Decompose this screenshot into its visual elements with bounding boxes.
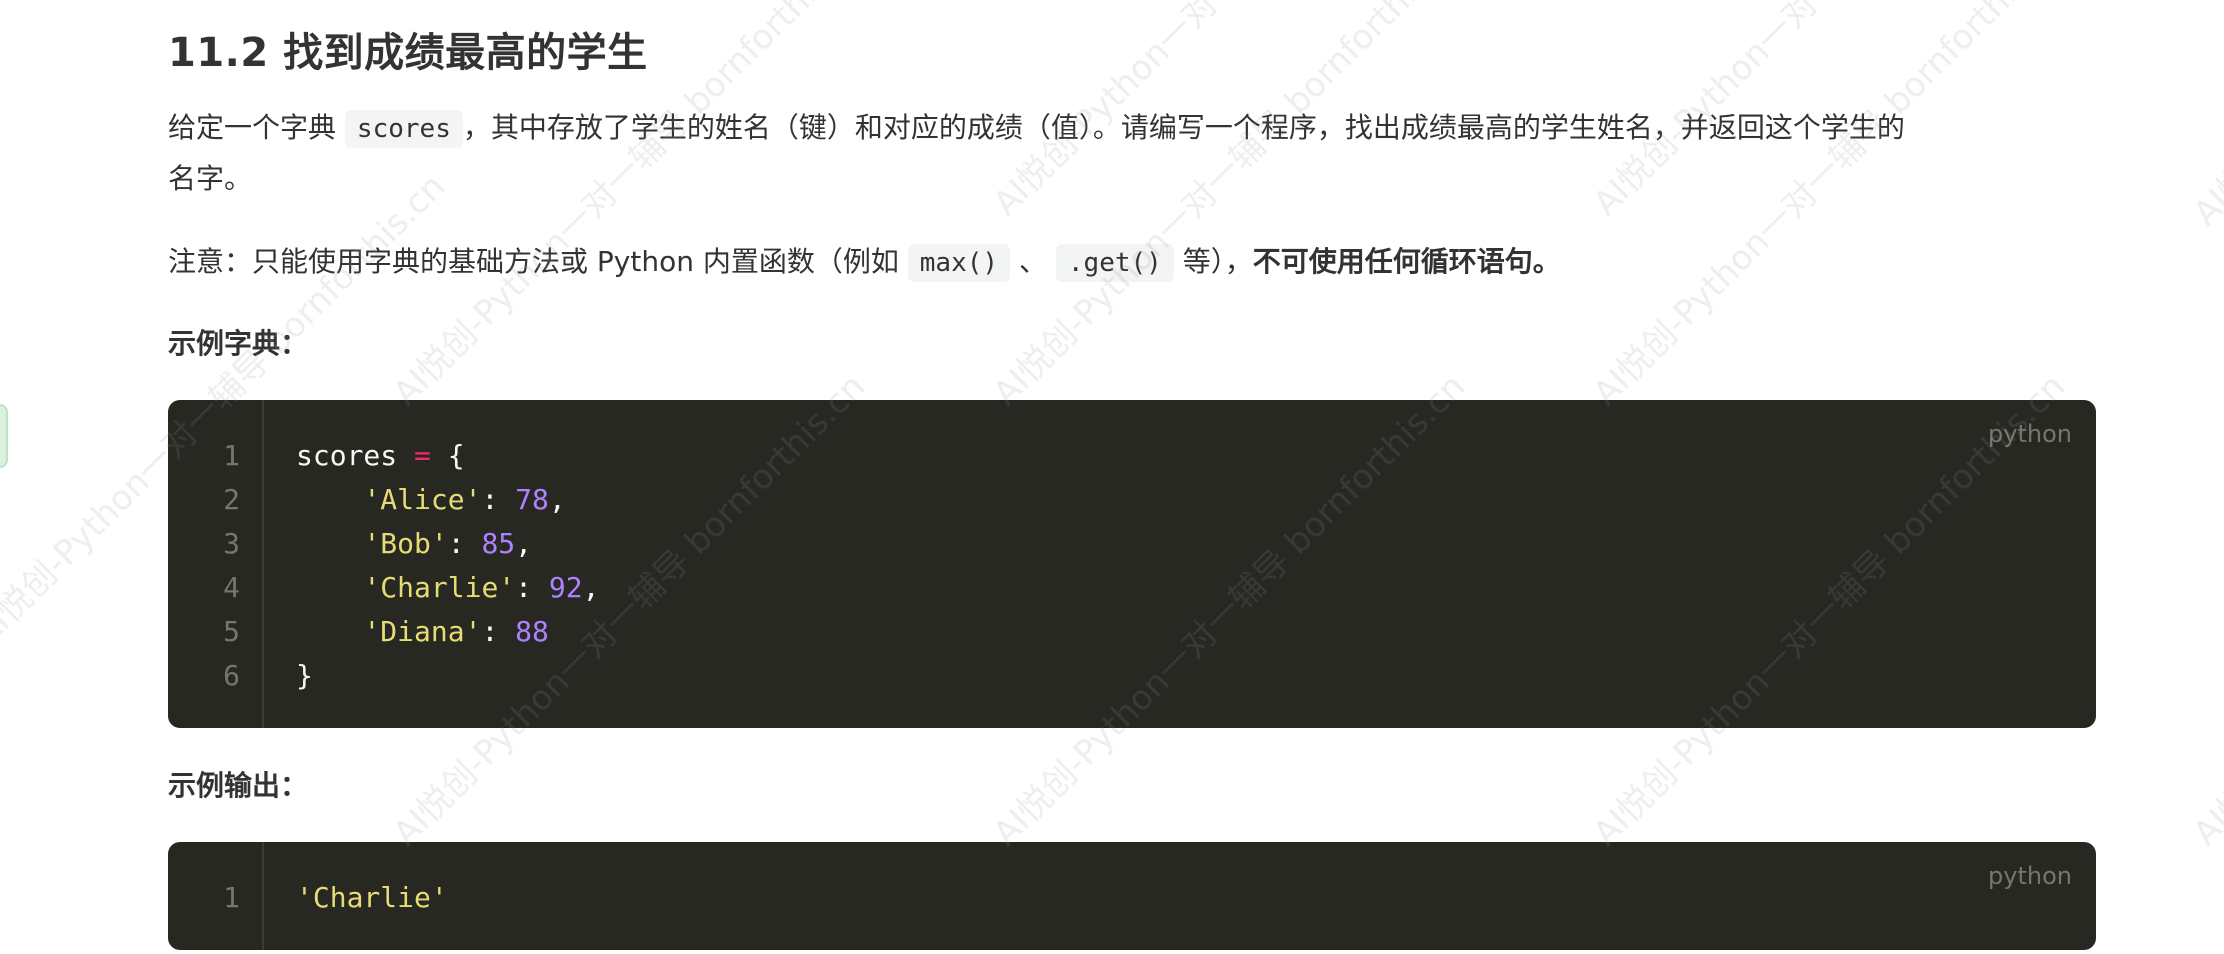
side-floating-tab[interactable]: [0, 404, 8, 468]
code-token: scores: [296, 439, 415, 472]
problem-description: 给定一个字典 scores ，其中存放了学生的姓名（键）和对应的成绩（值）。请编写…: [168, 103, 2096, 204]
line-number: 6: [223, 659, 240, 692]
code-token: 88: [515, 615, 549, 648]
inline-code: scores: [344, 110, 463, 148]
text-span: 等），: [1182, 245, 1253, 278]
code-token: 85: [481, 527, 516, 560]
code-token: :: [447, 527, 482, 560]
watermark: AI悦创-Python一对一辅导 bornforthis.cn: [2180, 0, 2224, 235]
line-number: 3: [223, 527, 240, 560]
watermark: AI悦创-Python一对一辅导 bornforthis.cn: [1585, 0, 2074, 414]
code-text: 'Charlie': [296, 876, 448, 920]
language-label: python: [1988, 862, 2072, 890]
line-number: 1: [223, 881, 240, 914]
line-number: 5: [223, 615, 240, 648]
code-token: ,: [515, 527, 533, 560]
code-token: 'Charlie': [363, 571, 516, 604]
code-text: scores = {: [296, 434, 465, 478]
code-token: 92: [548, 571, 583, 604]
text-span: 注意：只能使用字典的基础方法或 Python 内置函数（例如: [168, 245, 899, 278]
code-block[interactable]: python 1 'Charlie': [168, 842, 2096, 950]
code-text: 'Charlie': 92,: [296, 566, 599, 610]
inline-code: max(): [907, 244, 1011, 282]
text-span: 、: [1018, 245, 1047, 278]
inline-code: .get(): [1055, 244, 1174, 282]
code-token: {: [430, 439, 465, 472]
example-dict-label: 示例字典：: [168, 327, 309, 360]
section-heading: 11.2 找到成绩最高的学生: [168, 30, 648, 76]
code-text: 'Diana': 88: [296, 610, 549, 654]
text-span: 给定一个字典: [168, 111, 337, 144]
code-token: 'Charlie': [296, 881, 448, 914]
line-number: 4: [223, 571, 240, 604]
watermark: AI悦创-Python一对一辅导 bornforthis.cn: [2185, 366, 2224, 854]
emphasis-text: 不可使用任何循环语句。: [1252, 245, 1561, 278]
text-span: ，其中存放了学生的姓名（键）和对应的成绩（值）。请编写一个程序，找出成绩最高的学…: [462, 111, 1905, 144]
line-number: 2: [223, 483, 240, 516]
code-token: }: [296, 659, 313, 692]
constraint-note: 注意：只能使用字典的基础方法或 Python 内置函数（例如 max() 、 .…: [168, 237, 2096, 288]
code-token: 78: [515, 483, 549, 516]
code-block[interactable]: python 1 scores = {2 'Alice': 78, 3 'Bob':…: [168, 400, 2096, 728]
code-token: ,: [582, 571, 600, 604]
code-token: :: [481, 483, 516, 516]
code-text: 'Bob': 85,: [296, 522, 532, 566]
example-output-label: 示例输出：: [168, 769, 309, 802]
code-token: 'Diana': [363, 615, 482, 648]
code-text: 'Alice': 78,: [296, 478, 566, 522]
code-token: :: [481, 615, 516, 648]
code-text: }: [296, 654, 313, 698]
text-span: 名字。: [168, 162, 253, 195]
line-number: 1: [223, 439, 240, 472]
code-token: 'Bob': [363, 527, 448, 560]
watermark: AI悦创-Python一对一辅导 bornforthis.cn: [985, 0, 1474, 414]
code-token: ,: [548, 483, 566, 516]
language-label: python: [1988, 420, 2072, 448]
code-token: :: [515, 571, 549, 604]
code-token: 'Alice': [363, 483, 482, 516]
code-token: =: [414, 439, 431, 472]
